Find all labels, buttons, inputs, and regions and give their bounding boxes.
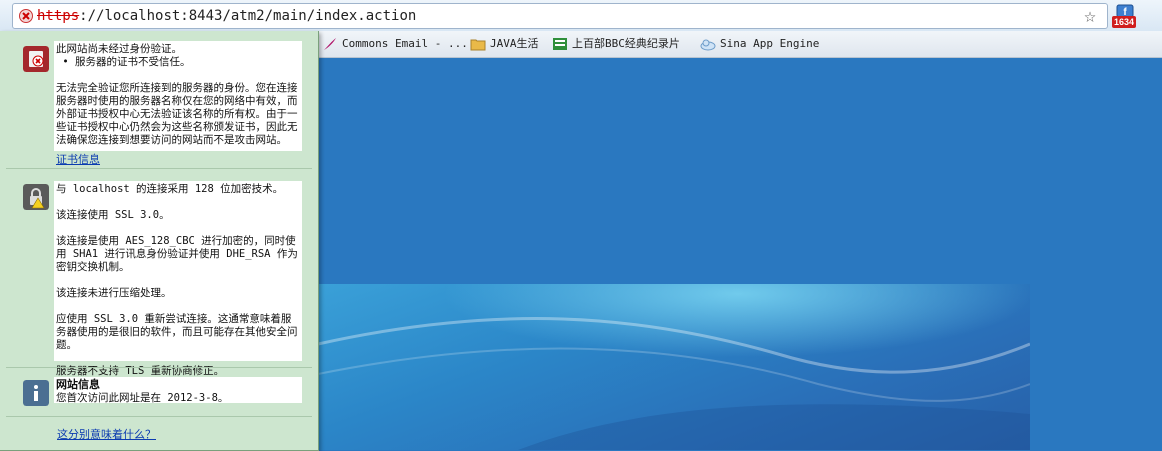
url-rest: ://localhost:8443/atm2/main/index.action <box>79 8 417 24</box>
extension-badge: 1634 <box>1112 16 1137 28</box>
feather-icon <box>324 38 336 50</box>
certificate-info-link[interactable]: 证书信息 <box>56 151 100 167</box>
url-scheme: https <box>37 8 80 24</box>
site-info-section: 网站信息 您首次访问此网址是在 2012-3-8。 <box>54 377 302 404</box>
site-info-title: 网站信息 <box>56 379 100 391</box>
connection-ssl: 该连接使用 SSL 3.0。 <box>56 209 170 221</box>
bookmark-label: Sina App Engine <box>720 37 820 50</box>
folder-icon <box>470 39 486 51</box>
lock-warning-icon <box>23 184 49 210</box>
url-field[interactable]: https://localhost:8443/atm2/main/index.a… <box>12 3 1108 29</box>
security-info-popup: 此网站尚未经过身份验证。 • 服务器的证书不受信任。 无法完全验证您所连接到的服… <box>0 31 319 451</box>
bookmark-bbc[interactable]: 上百部BBC经典纪录片 <box>552 36 680 52</box>
connection-retry: 应使用 SSL 3.0 重新尝试连接。这通常意味着服务器使用的是很旧的软件，而且… <box>56 313 298 351</box>
bookmark-sina-app-engine[interactable]: Sina App Engine <box>700 36 819 52</box>
extension-button[interactable]: f 1634 <box>1112 4 1138 30</box>
identity-line1: 此网站尚未经过身份验证。 <box>56 43 182 55</box>
site-info-text: 您首次访问此网址是在 2012-3-8。 <box>56 392 229 404</box>
connection-cipher: 该连接是使用 AES_128_CBC 进行加密的，同时使用 SHA1 进行讯息身… <box>56 235 298 273</box>
separator <box>6 367 312 368</box>
banner-swoosh <box>318 317 1030 450</box>
identity-error-icon <box>23 46 49 72</box>
cloud-icon <box>700 39 716 51</box>
connection-encryption: 与 localhost 的连接采用 128 位加密技术。 <box>56 183 284 195</box>
info-icon <box>23 380 49 406</box>
bookmark-label: JAVA生活 <box>490 37 539 50</box>
connection-section: 与 localhost 的连接采用 128 位加密技术。 该连接使用 SSL 3… <box>54 181 302 377</box>
identity-section: 此网站尚未经过身份验证。 • 服务器的证书不受信任。 无法完全验证您所连接到的服… <box>54 41 302 151</box>
bookmark-java-life[interactable]: JAVA生活 <box>470 36 539 52</box>
bookmark-commons-email[interactable]: Commons Email - ... <box>322 36 468 52</box>
identity-line2: • 服务器的证书不受信任。 <box>56 56 191 68</box>
bookmark-label: 上百部BBC经典纪录片 <box>572 37 680 50</box>
connection-compression: 该连接未进行压缩处理。 <box>56 287 172 299</box>
help-link[interactable]: 这分别意味着什么？ <box>57 426 156 442</box>
banner-image <box>318 284 1030 450</box>
page-icon <box>553 38 567 50</box>
star-icon[interactable]: ☆ <box>1084 4 1096 26</box>
address-bar: https://localhost:8443/atm2/main/index.a… <box>0 0 1162 32</box>
url-text: https://localhost:8443/atm2/main/index.a… <box>37 4 416 28</box>
identity-paragraph: 无法完全验证您所连接到的服务器的身份。您在连接服务器时使用的服务器名称仅在您的网… <box>56 82 298 146</box>
separator <box>6 168 312 169</box>
bookmark-label: Commons Email - ... <box>342 37 468 50</box>
separator <box>6 416 312 417</box>
insecure-x-icon[interactable] <box>19 9 33 23</box>
